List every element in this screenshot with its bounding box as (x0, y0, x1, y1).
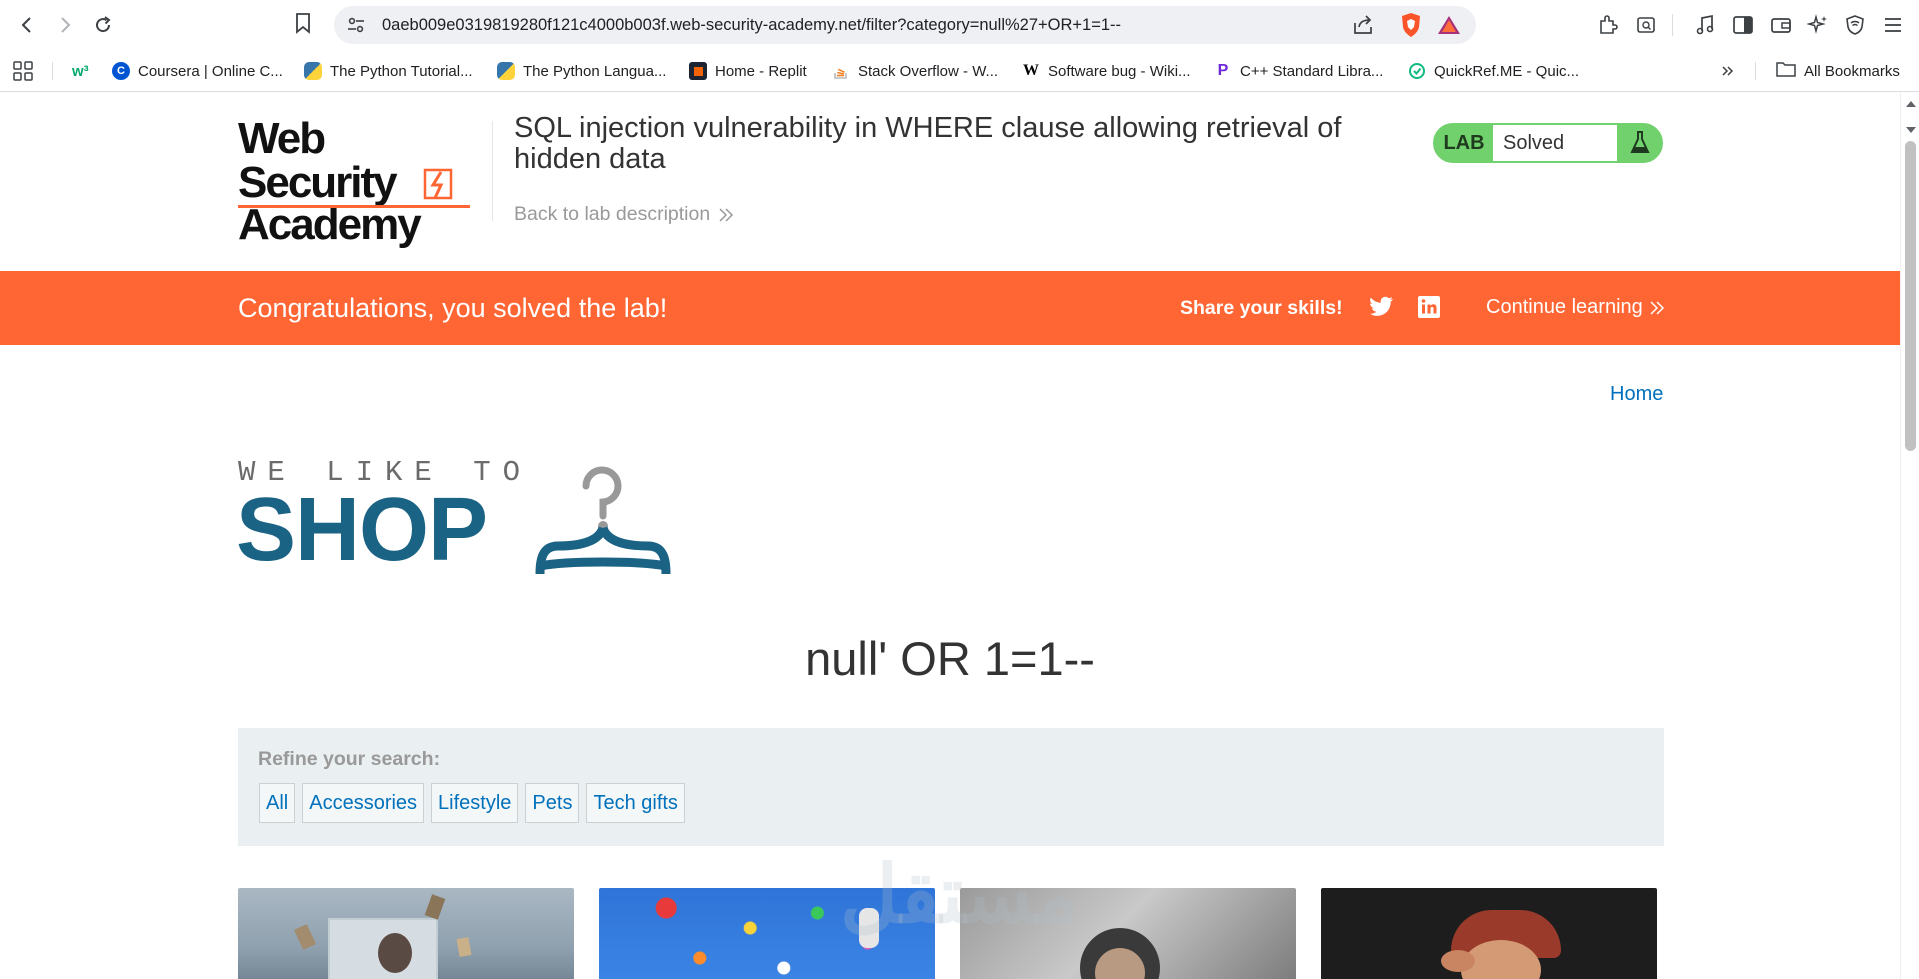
back-link-label: Back to lab description (514, 203, 711, 225)
continue-learning-label: Continue learning (1486, 296, 1643, 318)
quickref-icon (1408, 62, 1426, 80)
coursera-icon: C (112, 62, 130, 80)
filter-tech-gifts[interactable]: Tech gifts (586, 783, 685, 823)
bookmark-label: C++ Standard Libra... (1240, 62, 1384, 80)
header-divider (492, 121, 493, 221)
lab-status-badge: LAB Solved (1433, 123, 1663, 163)
brave-shield-icon[interactable] (1399, 12, 1423, 43)
continue-learning-link[interactable]: Continue learning (1486, 296, 1665, 319)
url-text[interactable]: 0aeb009e0319819280f121c4000b003f.web-sec… (382, 16, 1121, 35)
refine-search-label: Refine your search: (258, 748, 441, 770)
site-settings-icon[interactable] (346, 15, 366, 40)
product-image[interactable] (1321, 888, 1657, 979)
music-icon[interactable] (1692, 12, 1718, 38)
twitter-icon[interactable] (1369, 296, 1394, 323)
reload-icon[interactable] (88, 10, 118, 40)
browser-chrome: 0aeb009e0319819280f121c4000b003f.web-sec… (0, 0, 1919, 92)
we-like-to-shop-logo: WE LIKE TO SHOP (236, 456, 678, 580)
scrollbar-thumb[interactable] (1905, 141, 1916, 451)
vpn-shield-icon[interactable] (1842, 12, 1868, 38)
lab-status-text: Solved (1493, 125, 1617, 161)
all-bookmarks-button[interactable]: All Bookmarks (1776, 58, 1900, 84)
logo-underline (238, 205, 470, 208)
leo-ai-icon[interactable] (1805, 12, 1831, 38)
cpp-icon: P (1217, 62, 1229, 79)
toolbar-divider (1672, 14, 1673, 36)
scroll-down-arrow[interactable] (1906, 127, 1916, 133)
filter-all[interactable]: All (259, 783, 296, 823)
wallet-icon[interactable] (1768, 12, 1794, 38)
brave-rewards-icon[interactable] (1436, 14, 1462, 41)
all-bookmarks-label: All Bookmarks (1804, 62, 1900, 80)
forward-icon[interactable] (50, 10, 80, 40)
more-bookmarks-icon[interactable] (1720, 58, 1736, 84)
scroll-up-arrow[interactable] (1906, 101, 1916, 107)
wikipedia-icon: W (1023, 62, 1039, 79)
bookmark-item[interactable]: Home - Replit (689, 58, 807, 84)
web-security-academy-logo[interactable]: Web Security Academy (238, 117, 488, 247)
stackoverflow-icon (832, 62, 850, 80)
sidebar-icon[interactable] (1730, 12, 1756, 38)
python-icon (497, 62, 515, 80)
filter-lifestyle[interactable]: Lifestyle (431, 783, 519, 823)
flask-icon (1619, 125, 1661, 161)
bookmark-item[interactable]: The Python Tutorial... (304, 58, 473, 84)
bookmark-item[interactable]: P C++ Standard Libra... (1214, 58, 1384, 84)
linkedin-icon[interactable] (1418, 296, 1440, 323)
share-skills-label: Share your skills! (1180, 297, 1343, 319)
filter-pets[interactable]: Pets (525, 783, 580, 823)
folder-icon (1776, 60, 1796, 82)
bookmark-label: The Python Langua... (523, 62, 667, 80)
bookmarks-divider (52, 62, 53, 80)
address-bar[interactable]: 0aeb009e0319819280f121c4000b003f.web-sec… (334, 6, 1476, 44)
bookmark-label: Software bug - Wiki... (1048, 62, 1191, 80)
double-chevron-right-icon (719, 207, 734, 222)
back-icon[interactable] (12, 10, 42, 40)
python-icon (304, 62, 322, 80)
web-page: Web Security Academy SQL injection vulne… (0, 93, 1900, 979)
bookmark-icon[interactable] (294, 12, 312, 39)
shop-brand: SHOP (236, 480, 488, 580)
watermark: مستقل (840, 850, 1080, 939)
hanger-icon (535, 466, 671, 574)
academy-header: Web Security Academy SQL injection vulne… (0, 93, 1900, 271)
home-link[interactable]: Home (1610, 383, 1663, 406)
bookmark-w3schools[interactable]: w³ (72, 58, 89, 84)
bookmarks-bar: w³ C Coursera | Online C... The Python T… (0, 54, 1919, 86)
solved-banner: Congratulations, you solved the lab! Sha… (0, 271, 1900, 345)
apps-icon[interactable] (12, 58, 34, 84)
logo-line2: Academy (238, 200, 422, 249)
bookmark-item[interactable]: Stack Overflow - W... (832, 58, 998, 84)
reading-mode-icon[interactable] (1633, 12, 1659, 38)
double-chevron-right-icon (1650, 300, 1664, 315)
replit-icon (689, 62, 707, 80)
bookmark-label: Stack Overflow - W... (858, 62, 999, 80)
bookmark-item[interactable]: QuickRef.ME - Quic... (1408, 58, 1579, 84)
congratulations-message: Congratulations, you solved the lab! (238, 293, 668, 323)
category-heading: null' OR 1=1-- (805, 632, 1095, 685)
bookmark-item[interactable]: C Coursera | Online C... (112, 58, 283, 84)
page-scrollbar[interactable] (1900, 93, 1919, 979)
lab-badge-label: LAB (1443, 131, 1485, 154)
academy-lightning-icon (423, 168, 453, 200)
bookmark-label: Coursera | Online C... (138, 62, 283, 80)
bookmark-label: The Python Tutorial... (330, 62, 473, 80)
share-icon[interactable] (1352, 15, 1374, 40)
bookmark-label: Home - Replit (715, 62, 807, 80)
product-image[interactable] (238, 888, 574, 979)
refine-search-panel: Refine your search: All Accessories Life… (238, 728, 1664, 846)
bookmark-label: QuickRef.ME - Quic... (1434, 62, 1580, 80)
bookmark-item[interactable]: W Software bug - Wiki... (1022, 58, 1191, 84)
menu-icon[interactable] (1880, 12, 1906, 38)
bookmarks-divider (1755, 62, 1756, 80)
lab-title: SQL injection vulnerability in WHERE cla… (514, 112, 1342, 175)
back-to-lab-description-link[interactable]: Back to lab description (514, 203, 734, 226)
w3schools-icon: w³ (72, 62, 89, 80)
bookmark-item[interactable]: The Python Langua... (497, 58, 666, 84)
category-filters: All Accessories Lifestyle Pets Tech gift… (259, 783, 685, 823)
extensions-icon[interactable] (1595, 12, 1621, 38)
filter-accessories[interactable]: Accessories (302, 783, 425, 823)
